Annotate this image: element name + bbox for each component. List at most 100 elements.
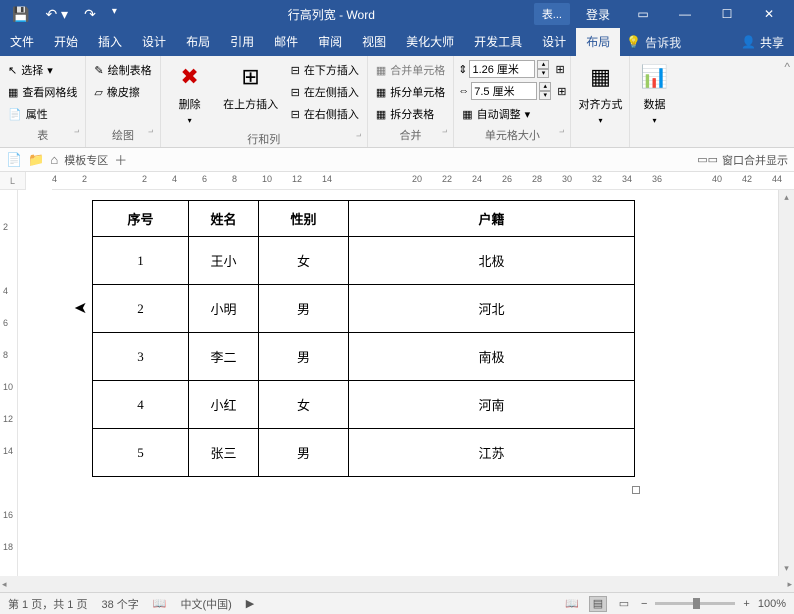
view-gridlines-button[interactable]: ▦查看网格线: [4, 82, 81, 102]
vertical-ruler[interactable]: 24681012141618: [0, 190, 18, 576]
undo-icon[interactable]: ↶ ▾: [45, 6, 68, 23]
ribbon-options-icon[interactable]: ▭: [626, 0, 660, 28]
insert-below-button[interactable]: ⊟在下方插入: [287, 60, 363, 80]
table-row[interactable]: 3李二男南极: [93, 333, 635, 381]
table-cell[interactable]: 男: [259, 285, 349, 333]
add-tab-icon[interactable]: ＋: [114, 150, 127, 169]
tab-insert[interactable]: 插入: [88, 28, 132, 56]
table-cell[interactable]: 4: [93, 381, 189, 429]
table-header-cell[interactable]: 性别: [259, 201, 349, 237]
delete-button[interactable]: ✖删除▾: [165, 60, 215, 129]
eraser-button[interactable]: ▱橡皮擦: [90, 82, 155, 102]
table-cell[interactable]: 河南: [349, 381, 635, 429]
scroll-up-icon[interactable]: ▴: [784, 192, 789, 203]
minimize-icon[interactable]: —: [668, 0, 702, 28]
table-cell[interactable]: 小明: [189, 285, 259, 333]
tab-design[interactable]: 设计: [132, 28, 176, 56]
tab-references[interactable]: 引用: [220, 28, 264, 56]
window-merge-label[interactable]: 窗口合并显示: [722, 152, 788, 168]
table-cell[interactable]: 2: [93, 285, 189, 333]
table-header-cell[interactable]: 序号: [93, 201, 189, 237]
merge-cells-button[interactable]: ▦合并单元格: [372, 60, 449, 80]
zoom-in-icon[interactable]: +: [743, 598, 749, 610]
table-header-row[interactable]: 序号 姓名 性别 户籍: [93, 201, 635, 237]
table-cell[interactable]: 1: [93, 237, 189, 285]
save-icon[interactable]: 💾: [12, 6, 29, 23]
row-height-input[interactable]: [469, 60, 535, 78]
scroll-left-icon[interactable]: ◂: [2, 579, 7, 590]
zoom-slider[interactable]: [655, 602, 735, 605]
table-row[interactable]: 2小明男河北: [93, 285, 635, 333]
table-header-cell[interactable]: 户籍: [349, 201, 635, 237]
open-folder-icon[interactable]: 📁: [28, 152, 44, 168]
horizontal-scrollbar[interactable]: ◂ ▸: [0, 576, 794, 592]
alignment-button[interactable]: ▦对齐方式▾: [575, 60, 625, 129]
split-table-button[interactable]: ▦拆分表格: [372, 104, 449, 124]
zoom-level[interactable]: 100%: [758, 598, 786, 610]
tab-devtools[interactable]: 开发工具: [464, 28, 532, 56]
width-down-icon[interactable]: ▾: [539, 91, 551, 100]
tab-mailings[interactable]: 邮件: [264, 28, 308, 56]
table-cell[interactable]: 女: [259, 381, 349, 429]
height-up-icon[interactable]: ▴: [537, 60, 549, 69]
properties-button[interactable]: 📄属性: [4, 104, 81, 124]
tab-file[interactable]: 文件: [0, 28, 44, 56]
zoom-out-icon[interactable]: −: [641, 598, 647, 610]
insert-right-button[interactable]: ⊟在右侧插入: [287, 104, 363, 124]
macro-icon[interactable]: ▶: [246, 597, 254, 610]
table-cell[interactable]: 北极: [349, 237, 635, 285]
tab-layout[interactable]: 布局: [176, 28, 220, 56]
table-cell[interactable]: 王小: [189, 237, 259, 285]
template-area-button[interactable]: 模板专区: [64, 152, 108, 168]
table-cell[interactable]: 南极: [349, 333, 635, 381]
table-cell[interactable]: 女: [259, 237, 349, 285]
tell-me-input[interactable]: 💡告诉我: [626, 34, 681, 51]
new-doc-icon[interactable]: 📄: [6, 152, 22, 168]
document-table[interactable]: 序号 姓名 性别 户籍 1王小女北极2小明男河北3李二男南极4小红女河南5张三男…: [92, 200, 635, 477]
tab-beautify[interactable]: 美化大师: [396, 28, 464, 56]
select-button[interactable]: ↖选择▾: [4, 60, 81, 80]
redo-icon[interactable]: ↷: [84, 6, 96, 23]
spellcheck-icon[interactable]: 📖: [153, 597, 167, 610]
maximize-icon[interactable]: ☐: [710, 0, 744, 28]
distribute-rows-icon[interactable]: ⊞: [555, 63, 564, 76]
close-icon[interactable]: ✕: [752, 0, 786, 28]
insert-left-button[interactable]: ⊟在左侧插入: [287, 82, 363, 102]
table-cell[interactable]: 小红: [189, 381, 259, 429]
share-button[interactable]: 👤共享: [731, 34, 794, 51]
scroll-right-icon[interactable]: ▸: [787, 579, 792, 590]
horizontal-ruler[interactable]: 42246810121420222426283032343640424446: [52, 172, 794, 190]
table-cell[interactable]: 李二: [189, 333, 259, 381]
tab-home[interactable]: 开始: [44, 28, 88, 56]
height-down-icon[interactable]: ▾: [537, 69, 549, 78]
split-cells-button[interactable]: ▦拆分单元格: [372, 82, 449, 102]
tab-table-layout[interactable]: 布局: [576, 28, 620, 56]
autofit-button[interactable]: ▦自动调整▾: [458, 104, 566, 124]
table-resize-handle[interactable]: [632, 486, 640, 494]
page-canvas[interactable]: ➤ 序号 姓名 性别 户籍 1王小女北极2小明男河北3李二男南极4小红女河南5张…: [18, 190, 778, 576]
insert-above-button[interactable]: ⊞在上方插入: [219, 60, 283, 116]
table-cell[interactable]: 男: [259, 333, 349, 381]
tab-view[interactable]: 视图: [352, 28, 396, 56]
table-cell[interactable]: 男: [259, 429, 349, 477]
table-cell[interactable]: 3: [93, 333, 189, 381]
draw-table-button[interactable]: ✎绘制表格: [90, 60, 155, 80]
table-cell[interactable]: 江苏: [349, 429, 635, 477]
table-cell[interactable]: 河北: [349, 285, 635, 333]
scroll-down-icon[interactable]: ▾: [784, 563, 789, 574]
login-button[interactable]: 登录: [578, 6, 618, 23]
data-button[interactable]: 📊数据▾: [634, 60, 674, 129]
tab-table-design[interactable]: 设计: [532, 28, 576, 56]
tab-review[interactable]: 审阅: [308, 28, 352, 56]
table-row[interactable]: 4小红女河南: [93, 381, 635, 429]
col-width-input[interactable]: [471, 82, 537, 100]
table-cell[interactable]: 5: [93, 429, 189, 477]
table-row[interactable]: 5张三男江苏: [93, 429, 635, 477]
distribute-cols-icon[interactable]: ⊞: [557, 85, 566, 98]
home-icon[interactable]: ⌂: [50, 152, 58, 167]
table-row[interactable]: 1王小女北极: [93, 237, 635, 285]
width-up-icon[interactable]: ▴: [539, 82, 551, 91]
table-header-cell[interactable]: 姓名: [189, 201, 259, 237]
table-cell[interactable]: 张三: [189, 429, 259, 477]
vertical-scrollbar[interactable]: ▴ ▾: [778, 190, 794, 576]
